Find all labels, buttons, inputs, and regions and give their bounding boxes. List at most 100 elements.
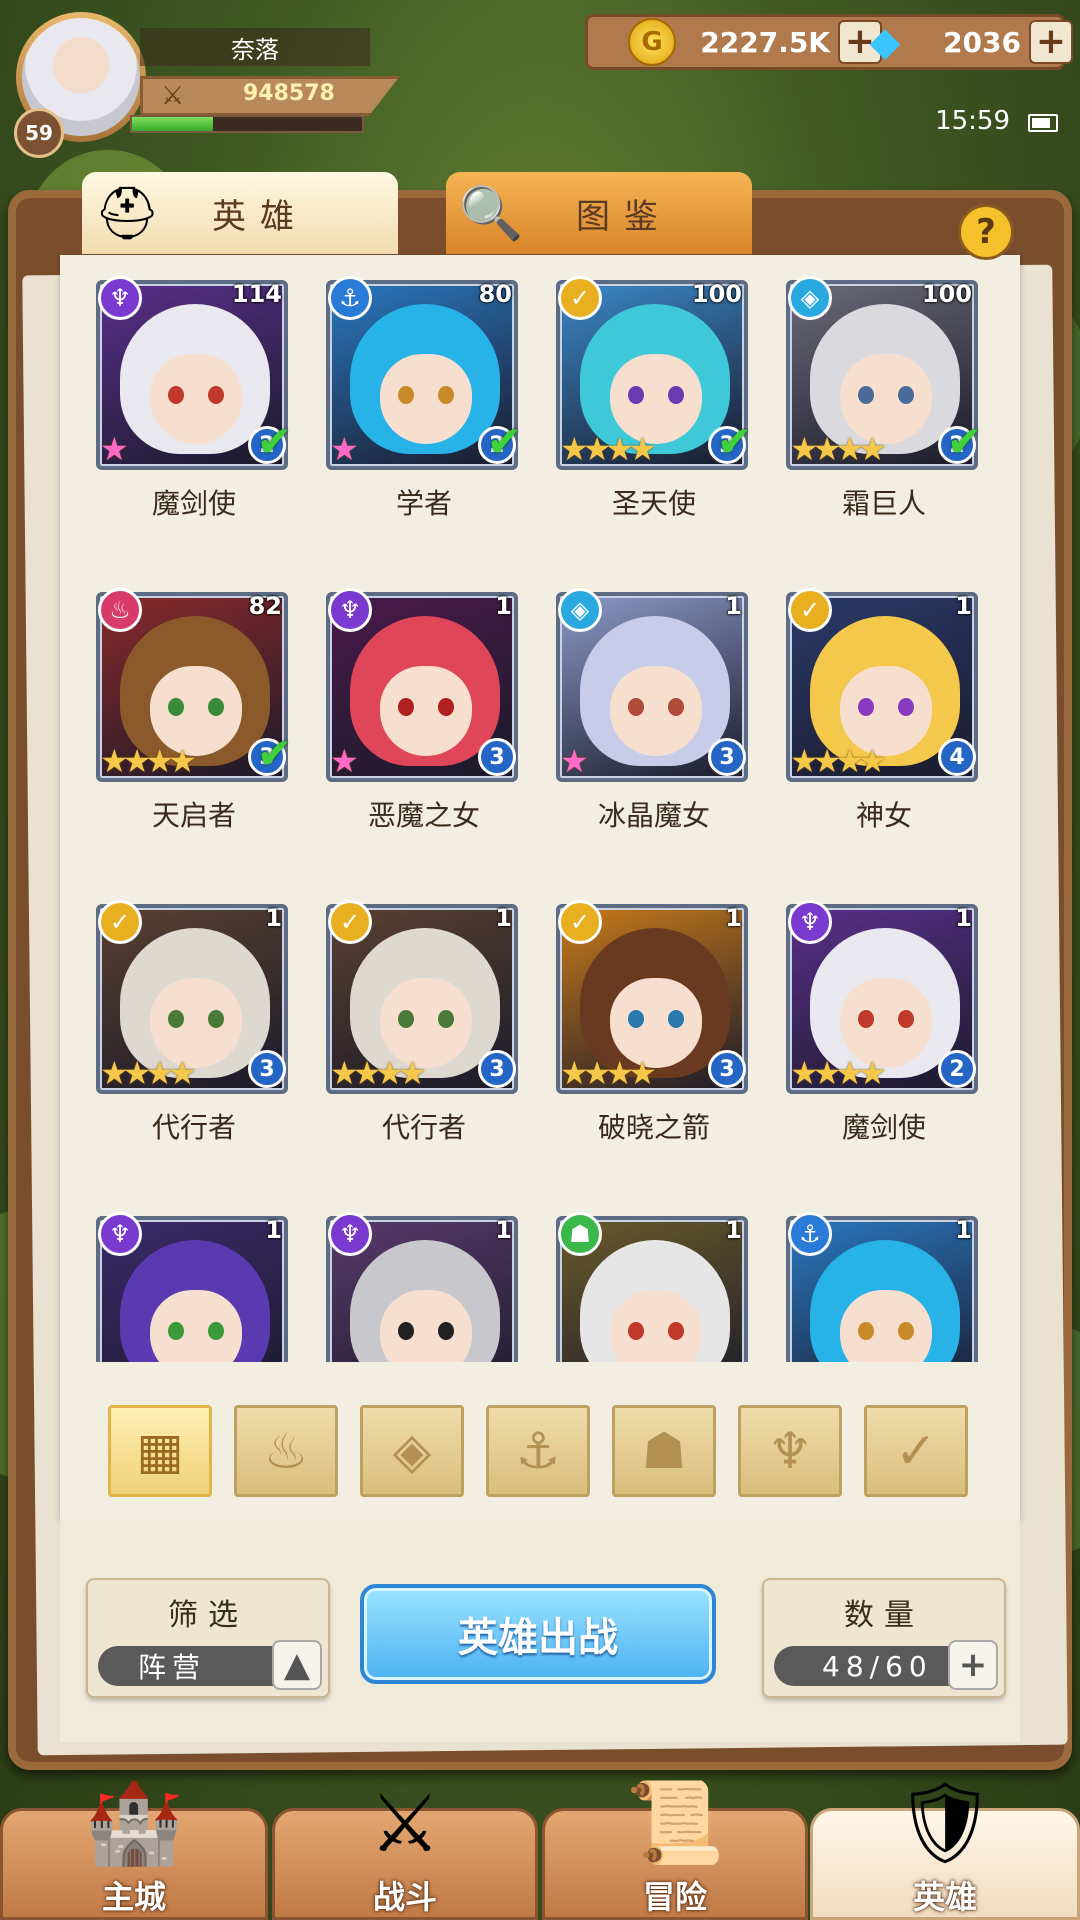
star-rating: ★ xyxy=(560,742,589,780)
count-title: 数量 xyxy=(844,1598,924,1633)
hero-name: 恶魔之女 xyxy=(367,799,480,832)
rank-badge: 2 xyxy=(938,1050,976,1088)
magnifier-icon: 🔍 xyxy=(458,183,524,244)
hero-level: 1 xyxy=(955,592,972,620)
exp-fill xyxy=(132,117,213,131)
faction-frost-icon: ◈ xyxy=(392,1422,432,1480)
hero-card[interactable]: ✓ 1 ★★★★ 3 代行者 xyxy=(326,894,522,1144)
hero-name: 破晓之箭 xyxy=(597,1111,710,1144)
star-rating: ★★★★ xyxy=(560,1054,657,1092)
filter-anchor-button[interactable]: ⚓ xyxy=(486,1405,590,1497)
hero-level: 82 xyxy=(248,592,282,620)
player-info: 奈落 ⚔ 948578 xyxy=(140,18,400,128)
nav-heroes[interactable]: 🛡 英雄 xyxy=(810,1776,1080,1920)
hero-level: 1 xyxy=(495,1216,512,1244)
faction-filter-row: ▦ ♨ ◈ ⚓ ☗ ♆ ✓ xyxy=(108,1405,978,1500)
rank-badge: 3 xyxy=(708,1050,746,1088)
hero-card[interactable]: ♆ 1 ★ 3 恶魔之女 xyxy=(326,582,522,832)
hero-card[interactable]: ♆ 114 ★ 2 ✔ 魔剑使 xyxy=(96,270,292,520)
nav-battle[interactable]: ⚔ 战斗 xyxy=(272,1777,538,1920)
star-rating: ★ xyxy=(330,430,359,468)
star-rating: ★★★★ xyxy=(100,1054,197,1092)
faction-frost-icon: ◈ xyxy=(558,588,602,632)
check-icon: ✔ xyxy=(256,729,292,778)
add-gems-button[interactable]: + xyxy=(1029,20,1073,64)
filter-frost-button[interactable]: ◈ xyxy=(360,1405,464,1497)
nav-battle-label: 战斗 xyxy=(372,1878,437,1916)
star-rating: ★★★★ xyxy=(790,1054,887,1092)
helmet-icon: ⛑ xyxy=(93,183,160,244)
tab-heroes-label: 英雄 xyxy=(212,196,308,237)
hero-level: 100 xyxy=(921,280,972,308)
help-button[interactable]: ? xyxy=(958,204,1014,260)
faction-beast-icon: ☗ xyxy=(558,1212,602,1256)
deploy-heroes-button[interactable]: 英雄出战 xyxy=(360,1584,716,1684)
gold-coin-icon: G xyxy=(628,18,676,66)
faction-holy-icon: ✓ xyxy=(558,276,602,320)
plus-icon: + xyxy=(958,1645,988,1685)
hero-level: 1 xyxy=(725,592,742,620)
star-rating: ★★★★ xyxy=(560,430,657,468)
filter-holy-button[interactable]: ✓ xyxy=(864,1405,968,1497)
rank-badge: 3 xyxy=(478,1050,516,1088)
power-bar: ⚔ 948578 xyxy=(140,76,400,116)
hero-card[interactable]: ⚓ 80 ★ 2 ✔ 学者 xyxy=(326,270,522,520)
player-name: 奈落 xyxy=(140,28,370,66)
rank-badge: 3 xyxy=(478,738,516,776)
star-rating: ★★★★ xyxy=(100,742,197,780)
gold-value: 2227.5K xyxy=(700,25,830,59)
faction-demon-icon: ♆ xyxy=(767,1422,813,1480)
power-value: 948578 xyxy=(243,81,335,106)
hero-card[interactable]: ◈ 100 ★★★★ 2 ✔ 霜巨人 xyxy=(786,270,982,520)
faction-demon-icon: ♆ xyxy=(98,276,142,320)
hero-card[interactable]: ◈ 1 ★ 3 冰晶魔女 xyxy=(556,582,752,832)
filter-demon-button[interactable]: ♆ xyxy=(738,1405,842,1497)
map-scroll-icon: 📜 xyxy=(625,1776,725,1869)
hero-level: 1 xyxy=(955,904,972,932)
check-icon: ✔ xyxy=(716,417,752,466)
faction-demon-icon: ♆ xyxy=(98,1212,142,1256)
hero-card[interactable]: ♆ 1 xyxy=(96,1206,292,1362)
hero-level: 1 xyxy=(495,904,512,932)
hero-card[interactable]: ✓ 1 ★★★★ 3 破晓之箭 xyxy=(556,894,752,1144)
hero-card[interactable]: ✓ 1 ★★★★ 4 神女 xyxy=(786,582,982,832)
nav-main-city[interactable]: 🏰 主城 xyxy=(0,1776,268,1920)
rank-badge: 4 xyxy=(938,738,976,776)
filter-toggle-button[interactable]: ▲ xyxy=(272,1640,322,1690)
check-icon: ✔ xyxy=(256,417,292,466)
star-rating: ★★★★ xyxy=(790,742,887,780)
filter-beast-button[interactable]: ☗ xyxy=(612,1405,716,1497)
crossed-swords-icon: ⚔ xyxy=(369,1776,441,1870)
hero-name: 魔剑使 xyxy=(151,487,236,520)
hero-level: 80 xyxy=(478,280,512,308)
tab-atlas[interactable]: 🔍 图鉴 xyxy=(446,172,752,254)
tab-heroes[interactable]: ⛑ 英雄 xyxy=(82,172,398,254)
faction-holy-icon: ✓ xyxy=(328,900,372,944)
hero-level: 1 xyxy=(725,1216,742,1244)
hero-grid[interactable]: ♆ 114 ★ 2 ✔ 魔剑使 ⚓ 80 ★ 2 ✔ 学者 ✓ 100 ★★★★ 3 ✔ 圣天使 ◈ 100 ★★★★ 2… xyxy=(60,260,1020,1362)
faction-holy-icon: ✓ xyxy=(788,588,832,632)
faction-beast-icon: ☗ xyxy=(641,1422,687,1480)
hero-card[interactable]: ♆ 1 xyxy=(326,1206,522,1362)
faction-demon-icon: ♆ xyxy=(328,588,372,632)
gem-value: 2036 xyxy=(943,25,1021,59)
check-icon: ✔ xyxy=(946,417,982,466)
hero-name: 天启者 xyxy=(151,799,236,832)
hero-card[interactable]: ✓ 1 ★★★★ 3 代行者 xyxy=(96,894,292,1144)
hero-card[interactable]: ♆ 1 ★★★★ 2 魔剑使 xyxy=(786,894,982,1144)
nav-adventure[interactable]: 📜 冒险 xyxy=(542,1776,808,1920)
hero-level: 1 xyxy=(265,904,282,932)
hero-card[interactable]: ✓ 100 ★★★★ 3 ✔ 圣天使 xyxy=(556,270,752,520)
count-panel: 数量 48/60 + xyxy=(762,1578,1006,1698)
filter-fire-button[interactable]: ♨ xyxy=(234,1405,338,1497)
faction-holy-icon: ✓ xyxy=(895,1422,937,1480)
tab-atlas-label: 图鉴 xyxy=(576,196,672,237)
hero-card[interactable]: ⚓ 1 xyxy=(786,1206,982,1362)
hero-card[interactable]: ♨ 82 ★★★★ 3 ✔ 天启者 xyxy=(96,582,292,832)
filter-panel: 筛选 阵营 ▲ xyxy=(86,1578,330,1698)
filter-all-button[interactable]: ▦ xyxy=(108,1405,212,1497)
expand-capacity-button[interactable]: + xyxy=(948,1640,998,1690)
faction-frost-icon: ◈ xyxy=(788,276,832,320)
faction-anchor-icon: ⚓ xyxy=(788,1212,832,1256)
hero-card[interactable]: ☗ 1 xyxy=(556,1206,752,1362)
